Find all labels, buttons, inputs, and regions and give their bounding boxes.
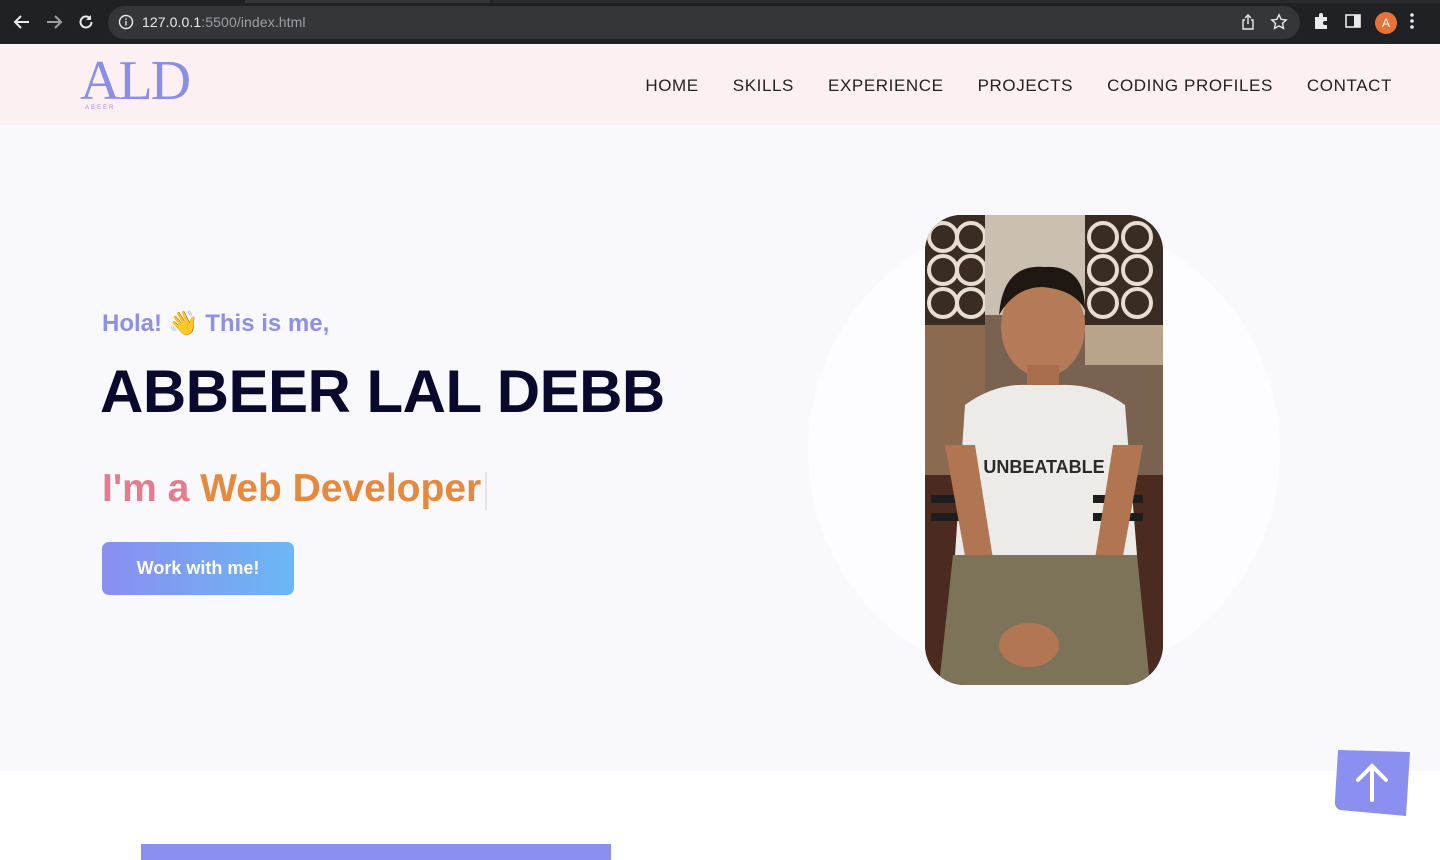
role-title: Web Developer: [200, 467, 482, 510]
site-info-icon[interactable]: [118, 14, 134, 35]
typing-caret: [485, 471, 488, 510]
next-section: [0, 771, 1440, 860]
nav-home[interactable]: HOME: [645, 76, 698, 96]
address-bar[interactable]: 127.0.0.1:5500/index.html: [108, 6, 1300, 39]
role-prefix: I'm a: [102, 467, 201, 510]
bookmark-star-icon[interactable]: [1270, 13, 1288, 36]
profile-photo: UNBEATABLE: [925, 215, 1163, 685]
url-text: 127.0.0.1:5500/index.html: [142, 14, 306, 30]
nav-coding-profiles[interactable]: CODING PROFILES: [1107, 76, 1273, 96]
browser-menu-icon[interactable]: [1410, 12, 1414, 35]
back-arrow-icon[interactable]: [11, 11, 33, 33]
profile-avatar[interactable]: A: [1375, 12, 1397, 34]
site-header: ALD ABEER HOME SKILLS EXPERIENCE PROJECT…: [0, 45, 1440, 125]
hero-name: ABBEER LAL DEBB: [100, 358, 665, 425]
site-logo[interactable]: ALD: [80, 51, 191, 111]
logo-subtext: ABEER: [85, 105, 116, 111]
hero-section: Hola! 👋 This is me, ABBEER LAL DEBB I'm …: [0, 125, 1440, 771]
tab-strip: [492, 0, 1440, 3]
hero-role: I'm a Web Developer: [102, 467, 488, 511]
work-with-me-button[interactable]: Work with me!: [102, 542, 294, 595]
browser-toolbar: 127.0.0.1:5500/index.html A: [0, 0, 1440, 44]
side-panel-icon[interactable]: [1345, 13, 1361, 34]
hero-greeting: Hola! 👋 This is me,: [102, 310, 330, 337]
main-nav: HOME SKILLS EXPERIENCE PROJECTS CODING P…: [645, 76, 1392, 96]
forward-arrow-icon[interactable]: [43, 11, 65, 33]
svg-text:UNBEATABLE: UNBEATABLE: [983, 457, 1104, 477]
extensions-puzzle-icon[interactable]: [1312, 12, 1330, 35]
reload-icon[interactable]: [75, 11, 97, 33]
nav-projects[interactable]: PROJECTS: [978, 76, 1073, 96]
nav-contact[interactable]: CONTACT: [1307, 76, 1392, 96]
active-tab-strip: [245, 0, 490, 3]
scroll-to-top-button[interactable]: [1334, 748, 1412, 818]
section-header-bar: [141, 844, 611, 860]
share-icon[interactable]: [1241, 14, 1255, 35]
nav-experience[interactable]: EXPERIENCE: [828, 76, 944, 96]
nav-skills[interactable]: SKILLS: [733, 76, 794, 96]
